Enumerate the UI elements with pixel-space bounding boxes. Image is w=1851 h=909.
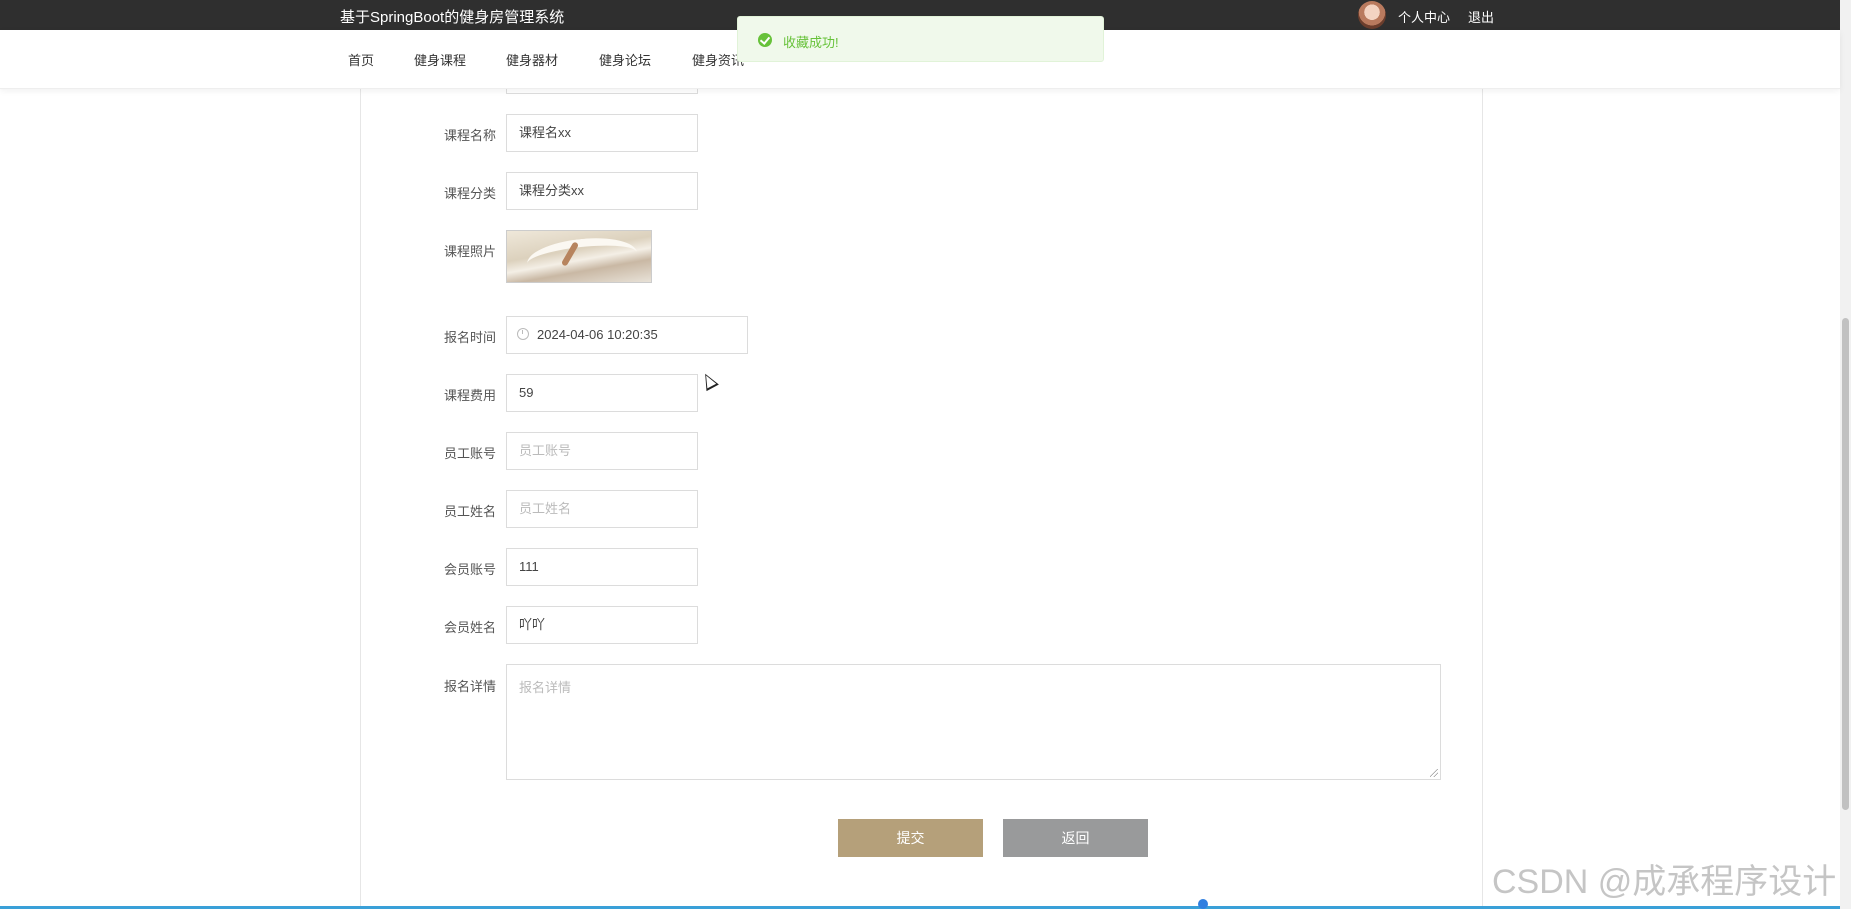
course-fee-label: 课程费用	[443, 388, 496, 403]
signup-time-picker[interactable]: 2024-04-06 10:20:35	[506, 316, 748, 354]
course-photo-label: 课程照片	[443, 244, 496, 259]
member-account-label: 会员账号	[443, 562, 496, 577]
check-circle-icon	[758, 33, 772, 47]
photo-swoosh	[525, 233, 639, 282]
course-category-label: 课程分类	[443, 186, 496, 201]
site-title: 基于SpringBoot的健身房管理系统	[340, 9, 565, 26]
nav-item-courses[interactable]: 健身课程	[414, 50, 466, 69]
submit-button[interactable]: 提交	[838, 819, 983, 857]
page-scrollbar[interactable]	[1840, 0, 1851, 909]
staff-account-label: 员工账号	[443, 446, 496, 461]
scrollbar-thumb[interactable]	[1842, 318, 1849, 810]
nav-item-home[interactable]: 首页	[348, 50, 374, 69]
signup-details-label: 报名详情	[443, 679, 496, 694]
course-category-input[interactable]: 课程分类xx	[506, 172, 698, 210]
nav-item-forum[interactable]: 健身论坛	[599, 50, 651, 69]
member-name-input[interactable]: 吖吖	[506, 606, 698, 644]
signup-time-value: 2024-04-06 10:20:35	[537, 327, 658, 342]
course-fee-input[interactable]: 59	[506, 374, 698, 412]
bottom-dot	[1198, 899, 1208, 909]
clock-icon	[517, 328, 529, 340]
back-button[interactable]: 返回	[1003, 819, 1148, 857]
course-name-input[interactable]: 课程名xx	[506, 114, 698, 152]
avatar[interactable]	[1358, 1, 1386, 29]
resize-handle-icon[interactable]	[1430, 769, 1438, 777]
staff-account-input[interactable]: 员工账号	[506, 432, 698, 470]
success-toast: 收藏成功!	[737, 16, 1104, 62]
logout-link[interactable]: 退出	[1468, 7, 1494, 26]
member-name-label: 会员姓名	[443, 620, 496, 635]
toast-message: 收藏成功!	[783, 35, 839, 50]
course-name-label: 课程名称	[443, 128, 496, 143]
staff-name-label: 员工姓名	[443, 504, 496, 519]
signup-details-textarea[interactable]: 报名详情	[506, 664, 1441, 780]
signup-details-placeholder: 报名详情	[519, 680, 572, 695]
member-account-input[interactable]: 111	[506, 548, 698, 586]
nav-item-equipment[interactable]: 健身器材	[506, 50, 558, 69]
watermark: CSDN @成承程序设计	[1492, 863, 1837, 901]
user-center-link[interactable]: 个人中心	[1398, 7, 1450, 26]
course-photo[interactable]	[506, 230, 652, 283]
signup-time-label: 报名时间	[443, 330, 496, 345]
staff-name-input[interactable]: 员工姓名	[506, 490, 698, 528]
